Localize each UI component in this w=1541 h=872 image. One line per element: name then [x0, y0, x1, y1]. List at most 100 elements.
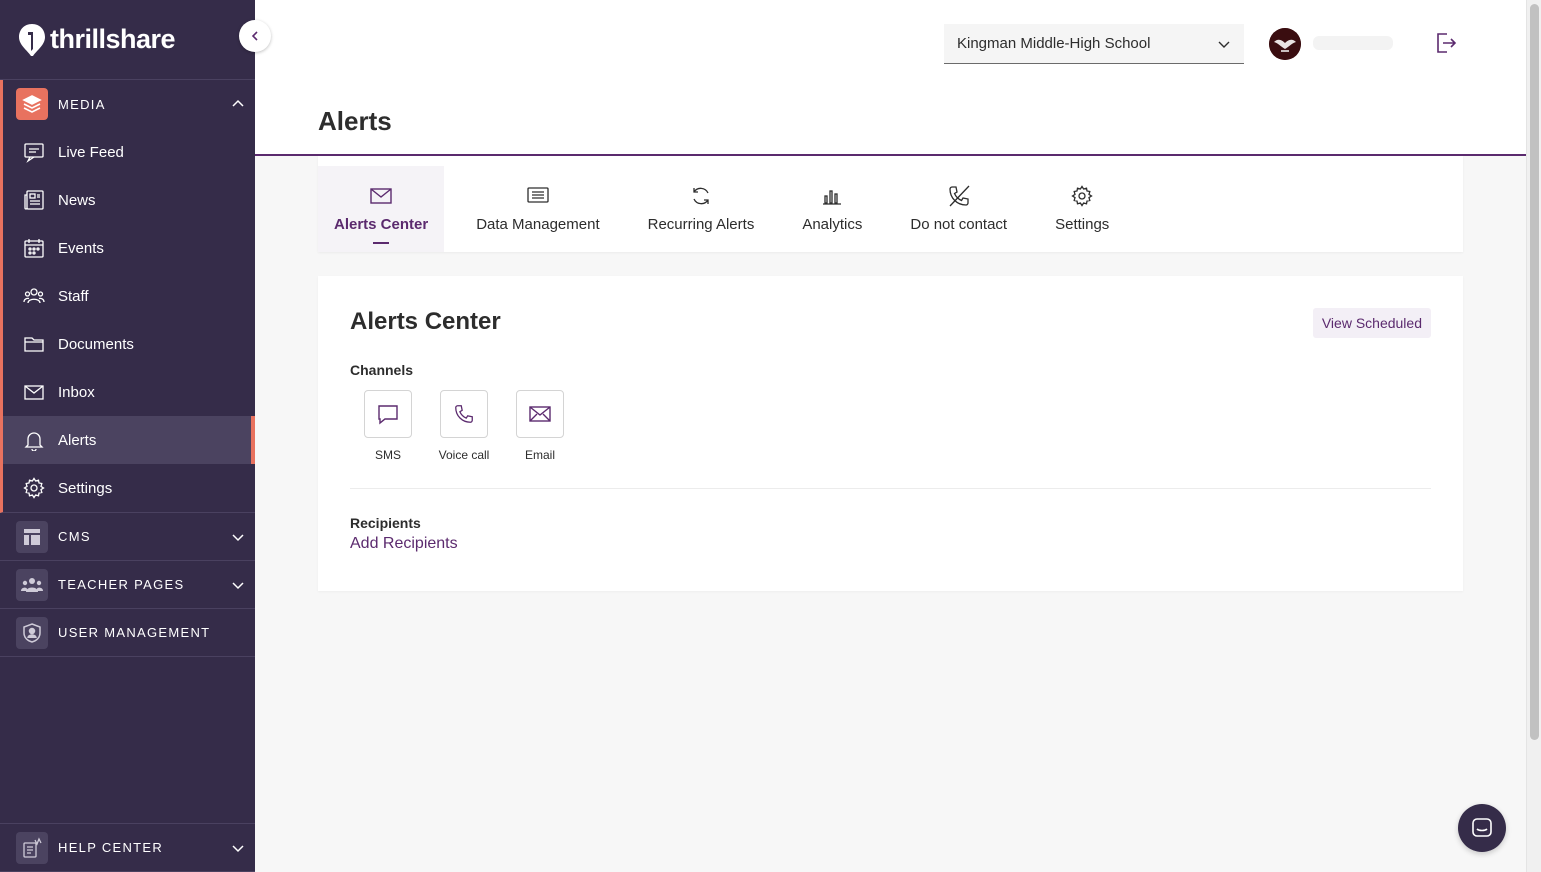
shield-user-icon [16, 616, 48, 649]
cms-section-label: CMS [58, 529, 91, 544]
sidebar-item-alerts[interactable]: Alerts [3, 416, 255, 464]
sidebar-item-events[interactable]: Events [3, 224, 255, 272]
chevron-left-icon [251, 31, 258, 41]
tab-do-not-contact[interactable]: Do not contact [894, 166, 1023, 252]
brand-name: thrillshare [50, 24, 176, 54]
alerts-center-card: Alerts Center View Scheduled Channels SM… [318, 276, 1463, 591]
thrillshare-logo[interactable]: thrillshare [18, 23, 176, 57]
view-scheduled-button[interactable]: View Scheduled [1312, 308, 1431, 338]
channel-sms[interactable]: SMS [350, 390, 426, 462]
layout-icon [16, 520, 48, 553]
help-center-icon [16, 831, 48, 864]
mail-icon [22, 380, 46, 404]
layers-icon [16, 88, 48, 120]
calendar-icon [22, 236, 46, 260]
tab-recurring-alerts[interactable]: Recurring Alerts [632, 166, 771, 252]
chevron-down-icon [1218, 41, 1230, 48]
scrollbar[interactable] [1526, 0, 1541, 872]
chat-launcher-button[interactable] [1458, 804, 1506, 852]
staff-icon [22, 284, 46, 308]
thrillshare-logo-icon [19, 23, 45, 56]
user-name [1313, 36, 1393, 50]
school-select[interactable]: Kingman Middle-High School [944, 24, 1244, 64]
teacher-pages-section-label: TEACHER PAGES [58, 577, 185, 592]
media-section-label: MEDIA [58, 96, 106, 112]
news-icon [22, 188, 46, 212]
sidebar-item-label: Events [58, 239, 104, 257]
gear-icon [22, 476, 46, 500]
collapse-sidebar-button[interactable] [239, 20, 271, 52]
cms-section-header[interactable]: CMS [0, 513, 255, 561]
chevron-down-icon [232, 533, 244, 541]
sidebar-item-staff[interactable]: Staff [3, 272, 255, 320]
page-wrap: Alerts Alerts Center Data Management Rec… [255, 88, 1526, 591]
channel-label: Voice call [438, 448, 490, 462]
user-management-section-label: USER MANAGEMENT [58, 625, 211, 640]
data-icon [526, 184, 550, 208]
tab-label: Analytics [802, 216, 863, 233]
recipients-label: Recipients [350, 515, 421, 531]
sidebar-item-documents[interactable]: Documents [3, 320, 255, 368]
sidebar-item-label: Inbox [58, 383, 95, 401]
school-select-value: Kingman Middle-High School [957, 35, 1151, 52]
media-section: MEDIA Live Feed News Events Staff Docume… [0, 80, 255, 513]
channel-label: SMS [374, 448, 401, 462]
channels-label: Channels [350, 362, 414, 378]
media-section-header[interactable]: MEDIA [3, 80, 255, 128]
teachers-icon [16, 568, 48, 601]
sidebar-item-label: Alerts [58, 431, 97, 449]
sidebar-item-label: Settings [58, 479, 113, 497]
envelope-icon [369, 184, 393, 208]
tab-data-management[interactable]: Data Management [460, 166, 615, 252]
channels-list: SMS Voice call Email [350, 390, 1431, 462]
channel-label: Email [524, 448, 555, 462]
logout-button[interactable] [1433, 30, 1459, 56]
sidebar-item-label: Staff [58, 287, 89, 305]
add-recipients-link[interactable]: Add Recipients [350, 535, 458, 553]
gear-icon [1070, 184, 1094, 208]
chevron-down-icon [232, 844, 244, 852]
sidebar-item-label: News [58, 191, 96, 209]
tab-label: Do not contact [910, 216, 1008, 233]
page-title: Alerts [255, 88, 1526, 156]
chat-icon [364, 390, 412, 438]
avatar[interactable] [1269, 28, 1301, 60]
sidebar: thrillshare MEDIA Live Feed News Events … [0, 0, 255, 872]
chevron-up-icon [232, 99, 244, 107]
live-feed-icon [22, 140, 46, 164]
logout-icon [1437, 33, 1457, 53]
sidebar-item-inbox[interactable]: Inbox [3, 368, 255, 416]
tab-analytics[interactable]: Analytics [786, 166, 878, 252]
sidebar-item-news[interactable]: News [3, 176, 255, 224]
help-center-section-label: HELP CENTER [58, 840, 164, 855]
chevron-down-icon [232, 581, 244, 589]
bell-icon [22, 428, 46, 452]
top-bar: Kingman Middle-High School [255, 0, 1526, 88]
tab-bar: Alerts Center Data Management Recurring … [318, 156, 1463, 252]
refresh-icon [689, 184, 713, 208]
sidebar-item-label: Documents [58, 335, 134, 353]
teacher-pages-section-header[interactable]: TEACHER PAGES [0, 561, 255, 609]
envelope-icon [516, 390, 564, 438]
card-title: Alerts Center [350, 308, 501, 335]
sidebar-item-label: Live Feed [58, 143, 124, 161]
scrollbar-thumb[interactable] [1530, 4, 1539, 740]
divider [350, 488, 1431, 489]
no-call-icon [947, 184, 971, 208]
channel-email[interactable]: Email [502, 390, 578, 462]
tab-label: Data Management [476, 216, 600, 233]
chat-bubble-icon [1472, 818, 1492, 837]
sidebar-item-live-feed[interactable]: Live Feed [3, 128, 255, 176]
tab-label: Settings [1055, 216, 1110, 233]
tab-label: Recurring Alerts [647, 216, 755, 233]
channel-voice-call[interactable]: Voice call [426, 390, 502, 462]
tab-label: Alerts Center [334, 216, 429, 233]
tab-settings[interactable]: Settings [1039, 166, 1125, 252]
logo-row: thrillshare [0, 0, 255, 80]
help-center-section-header[interactable]: HELP CENTER [0, 823, 255, 872]
main-content: Kingman Middle-High School Alerts Alerts… [255, 0, 1526, 872]
user-management-section-header[interactable]: USER MANAGEMENT [0, 609, 255, 657]
folder-icon [22, 332, 46, 356]
tab-alerts-center[interactable]: Alerts Center [318, 166, 445, 252]
sidebar-item-settings[interactable]: Settings [3, 464, 255, 512]
